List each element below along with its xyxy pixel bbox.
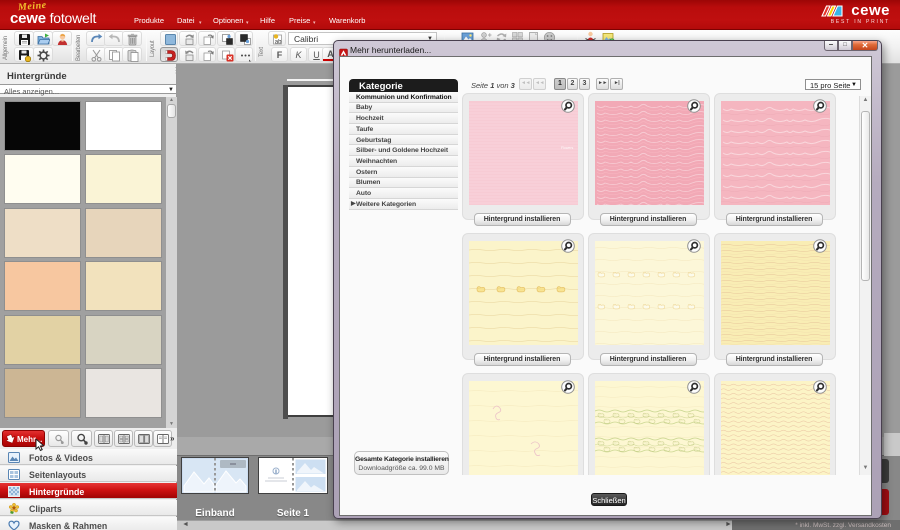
svg-text:Flowers: Flowers [561, 146, 574, 150]
svg-text:ab: ab [275, 39, 282, 45]
